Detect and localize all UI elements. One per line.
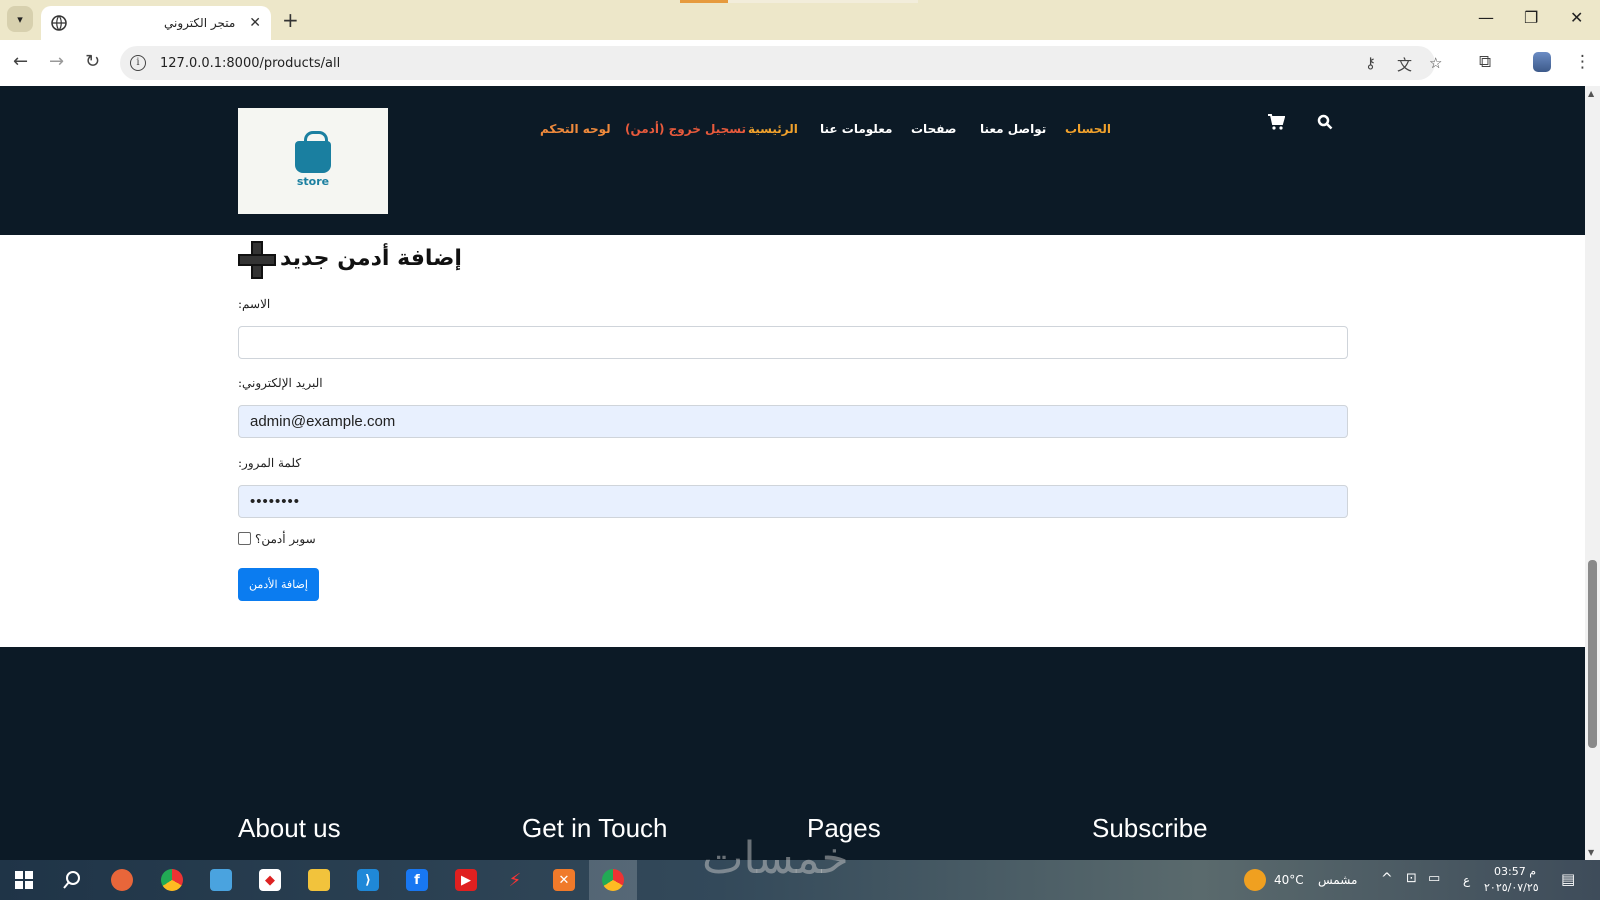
tab-accent-2 [728, 0, 918, 3]
page-scrollbar[interactable]: ▲ ▼ [1585, 86, 1600, 860]
watermark: خمسات [702, 833, 849, 884]
youtube-icon[interactable]: ▶ [455, 869, 477, 891]
profile-avatar[interactable] [1533, 52, 1551, 72]
back-icon[interactable]: ← [13, 51, 28, 72]
tab-title: متجر الكتروني [164, 16, 236, 30]
clock-time[interactable]: 03:57 م [1494, 865, 1536, 878]
chrome-active-icon[interactable] [602, 869, 624, 891]
restore-icon[interactable]: ❐ [1524, 8, 1538, 27]
scrollbar-thumb[interactable] [1588, 560, 1597, 748]
name-label: :الاسم [238, 297, 271, 311]
control-panel-icon[interactable] [210, 869, 232, 891]
cart-icon[interactable] [1267, 114, 1286, 135]
weather-temp[interactable]: 40°C [1274, 873, 1304, 887]
nav-home[interactable]: الرئيسية [748, 122, 798, 136]
footer-subscribe-heading: Subscribe [1092, 813, 1208, 843]
battery-icon[interactable]: ▭ [1428, 871, 1440, 886]
nav-account[interactable]: الحساب [1065, 122, 1111, 136]
page-viewport: store لوحه التحكم تسجيل خروج (أدمن) الرئ… [0, 86, 1585, 860]
firefox-icon[interactable] [111, 869, 133, 891]
page-title: إضافة أدمن جديد [280, 245, 462, 271]
xampp-icon[interactable]: ✕ [553, 869, 575, 891]
super-admin-checkbox[interactable] [238, 532, 251, 545]
bookmark-star-icon[interactable]: ☆ [1429, 54, 1442, 72]
notifications-icon[interactable]: ▤ [1561, 870, 1575, 888]
tab-search-button[interactable]: ▾ [7, 6, 33, 32]
vscode-icon[interactable]: ⟩ [357, 869, 379, 891]
tray-chevron-icon[interactable]: ^ [1381, 871, 1393, 887]
clock-date[interactable]: ٢٠٢٥/٠٧/٢٥ [1484, 881, 1539, 894]
site-footer: About us Get in Touch Pages Subscribe [0, 647, 1585, 860]
password-key-icon[interactable]: ⚷ [1365, 54, 1376, 72]
footer-contact-heading: Get in Touch [522, 813, 668, 843]
address-bar-row: ← → ↻ i 127.0.0.1:8000/products/all ⚷ 文 … [0, 40, 1600, 86]
nav-logout[interactable]: تسجيل خروج (أدمن) [625, 122, 746, 136]
logo-text: store [296, 174, 330, 188]
nav-pages[interactable]: صفحات [911, 122, 956, 136]
form-heading: إضافة أدمن جديد [238, 241, 462, 279]
browser-tab-bar: ▾ متجر الكتروني ✕ + — ❐ ✕ [0, 0, 1600, 40]
super-admin-label: سوبر أدمن؟ [255, 532, 316, 546]
forward-icon[interactable]: → [49, 51, 64, 72]
flash-app-icon[interactable]: ⚡ [504, 869, 526, 891]
plus-icon [238, 241, 276, 279]
password-input[interactable]: •••••••• [238, 485, 1348, 518]
file-explorer-icon[interactable] [308, 869, 330, 891]
footer-about-heading: About us [238, 813, 341, 843]
password-label: :كلمة المرور [238, 456, 302, 470]
add-admin-button[interactable]: إضافة الأدمن [238, 568, 319, 601]
weather-text[interactable]: مشمس [1318, 873, 1357, 887]
minimize-icon[interactable]: — [1478, 8, 1494, 27]
nav-about[interactable]: معلومات عنا [820, 122, 892, 136]
scroll-up-icon[interactable]: ▲ [1588, 89, 1594, 98]
language-indicator[interactable]: ع [1463, 873, 1470, 887]
search-taskbar-icon[interactable] [61, 869, 83, 891]
search-icon[interactable] [1317, 114, 1333, 135]
url-omnibox[interactable]: i 127.0.0.1:8000/products/all [120, 46, 1435, 80]
tab-accent [680, 0, 728, 3]
chrome-icon[interactable] [161, 869, 183, 891]
name-input[interactable] [238, 326, 1348, 359]
new-tab-button[interactable]: + [282, 8, 299, 32]
anydesk-icon[interactable]: ◆ [259, 869, 281, 891]
url-text[interactable]: 127.0.0.1:8000/products/all [160, 56, 340, 71]
site-header: store لوحه التحكم تسجيل خروج (أدمن) الرئ… [0, 86, 1585, 235]
weather-sun-icon[interactable] [1244, 869, 1266, 891]
store-logo[interactable]: store [238, 108, 388, 214]
reload-icon[interactable]: ↻ [85, 51, 100, 72]
nav-dashboard[interactable]: لوحه التحكم [540, 122, 611, 136]
extensions-icon[interactable]: ⧉ [1479, 52, 1491, 72]
email-label: :البريد الإلكتروني [238, 376, 323, 390]
nav-contact[interactable]: تواصل معنا [980, 122, 1046, 136]
start-windows-icon[interactable] [13, 869, 35, 891]
more-menu-icon[interactable]: ⋮ [1574, 52, 1591, 72]
email-input[interactable]: admin@example.com [238, 405, 1348, 438]
globe-icon [51, 15, 67, 31]
facebook-icon[interactable]: f [406, 869, 428, 891]
scroll-down-icon[interactable]: ▼ [1588, 848, 1594, 857]
close-window-icon[interactable]: ✕ [1570, 8, 1583, 27]
site-info-icon[interactable]: i [130, 55, 146, 71]
tab-close-icon[interactable]: ✕ [249, 15, 261, 31]
translate-icon[interactable]: 文 [1397, 54, 1412, 75]
shopping-bag-icon [295, 130, 331, 173]
network-icon[interactable]: ⊡ [1406, 871, 1417, 886]
active-tab[interactable]: متجر الكتروني ✕ [41, 6, 271, 40]
